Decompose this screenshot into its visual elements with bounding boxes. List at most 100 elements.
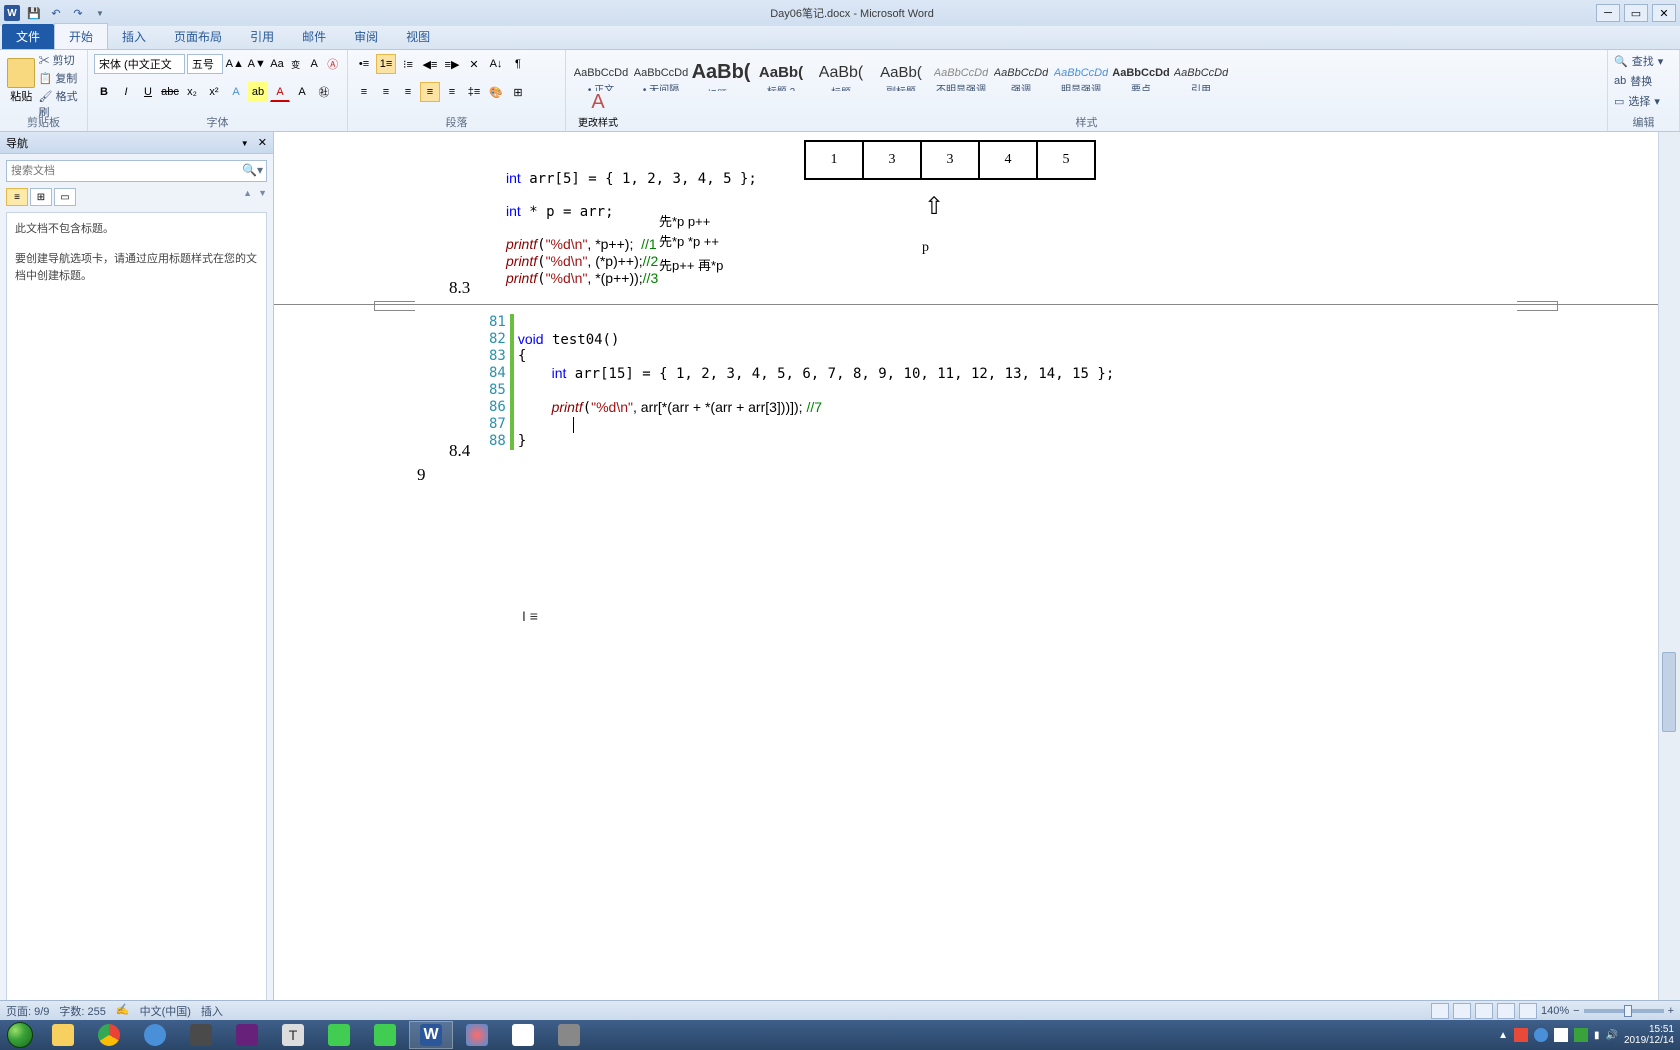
status-mode[interactable]: 插入 — [201, 1003, 223, 1019]
taskbar-paint[interactable] — [501, 1021, 545, 1049]
taskbar-word[interactable]: W — [409, 1021, 453, 1049]
show-marks-button[interactable]: ¶ — [508, 54, 528, 74]
document-area[interactable]: int arr[5] = { 1, 2, 3, 4, 5 }; int * p … — [274, 132, 1658, 1012]
nav-prev-icon[interactable]: ▲ — [243, 188, 252, 206]
zoom-in-button[interactable]: + — [1668, 1005, 1674, 1017]
tray-security-icon[interactable] — [1534, 1028, 1548, 1042]
font-color-button[interactable]: A — [270, 82, 290, 102]
taskbar-explorer[interactable] — [41, 1021, 85, 1049]
redo-icon[interactable]: ↷ — [70, 5, 86, 21]
nav-tab-results[interactable]: ▭ — [54, 188, 76, 206]
bullet-list-button[interactable]: •≡ — [354, 54, 374, 74]
style-title[interactable]: AaBb(标题 — [812, 54, 870, 91]
view-outline[interactable] — [1497, 1003, 1515, 1019]
copy-button[interactable]: 📋 复制 — [39, 70, 81, 86]
tab-insert[interactable]: 插入 — [108, 24, 160, 49]
nav-next-icon[interactable]: ▼ — [258, 188, 267, 206]
multilevel-list-button[interactable]: ⁝≡ — [398, 54, 418, 74]
tab-home[interactable]: 开始 — [54, 23, 108, 49]
align-center-button[interactable]: ≡ — [376, 82, 396, 102]
taskbar-app1[interactable] — [133, 1021, 177, 1049]
taskbar-chrome[interactable] — [87, 1021, 131, 1049]
status-proofing-icon[interactable]: ✍ — [116, 1003, 130, 1019]
line-spacing-button[interactable]: ‡≡ — [464, 82, 484, 102]
char-border-button[interactable]: A — [306, 54, 323, 74]
style-heading1[interactable]: AaBb(标题 1 — [692, 54, 750, 91]
char-shading-button[interactable]: A — [292, 82, 312, 102]
status-wordcount[interactable]: 字数: 255 — [59, 1003, 105, 1019]
tab-references[interactable]: 引用 — [236, 24, 288, 49]
nav-tab-pages[interactable]: ⊞ — [30, 188, 52, 206]
highlight-button[interactable]: ab — [248, 82, 268, 102]
status-page[interactable]: 页面: 9/9 — [6, 1003, 49, 1019]
taskbar-qt1[interactable] — [317, 1021, 361, 1049]
view-draft[interactable] — [1519, 1003, 1537, 1019]
style-heading2[interactable]: AaBb(标题 2 — [752, 54, 810, 91]
align-right-button[interactable]: ≡ — [398, 82, 418, 102]
taskbar-app3[interactable] — [455, 1021, 499, 1049]
zoom-slider[interactable] — [1584, 1009, 1664, 1013]
enclose-char-button[interactable]: ㊓ — [314, 82, 334, 102]
view-print-layout[interactable] — [1431, 1003, 1449, 1019]
save-icon[interactable]: 💾 — [26, 5, 42, 21]
search-icon[interactable]: 🔍▾ — [242, 163, 263, 177]
restore-button[interactable]: ▭ — [1624, 4, 1648, 22]
borders-button[interactable]: ⊞ — [508, 82, 528, 102]
shading-button[interactable]: 🎨 — [486, 82, 506, 102]
tab-file[interactable]: 文件 — [2, 24, 54, 49]
qat-dropdown-icon[interactable]: ▼ — [92, 5, 108, 21]
increase-indent-button[interactable]: ≡▶ — [442, 54, 462, 74]
style-emphasis[interactable]: AaBbCcDd强调 — [992, 54, 1050, 91]
minimize-button[interactable]: ─ — [1596, 4, 1620, 22]
tray-input-icon[interactable] — [1514, 1028, 1528, 1042]
tray-volume-icon[interactable]: 🔊 — [1605, 1030, 1617, 1041]
vertical-scrollbar[interactable] — [1658, 132, 1680, 1012]
select-button[interactable]: ▭ 选择 ▾ — [1614, 92, 1673, 110]
cut-button[interactable]: ✂ 剪切 — [39, 52, 81, 68]
font-size-combo[interactable]: 五号 — [187, 54, 223, 74]
strikethrough-button[interactable]: abc — [160, 82, 180, 102]
font-name-combo[interactable]: 宋体 (中文正文 — [94, 54, 185, 74]
justify-button[interactable]: ≡ — [420, 82, 440, 102]
style-subtle-emph[interactable]: AaBbCcDd不明显强调 — [932, 54, 990, 91]
close-button[interactable]: ✕ — [1652, 4, 1676, 22]
tab-mailings[interactable]: 邮件 — [288, 24, 340, 49]
nav-tab-headings[interactable]: ≡ — [6, 188, 28, 206]
style-intense-emph[interactable]: AaBbCcDd明显强调 — [1052, 54, 1110, 91]
undo-icon[interactable]: ↶ — [48, 5, 64, 21]
distribute-button[interactable]: ≡ — [442, 82, 462, 102]
style-nospacing[interactable]: AaBbCcDd• 无间隔 — [632, 54, 690, 91]
number-list-button[interactable]: 1≡ — [376, 54, 396, 74]
view-fullscreen[interactable] — [1453, 1003, 1471, 1019]
superscript-button[interactable]: x² — [204, 82, 224, 102]
scrollbar-thumb[interactable] — [1662, 652, 1676, 732]
search-input[interactable] — [6, 160, 267, 182]
bold-button[interactable]: B — [94, 82, 114, 102]
shrink-font-button[interactable]: A▼ — [247, 54, 267, 74]
phonetic-guide-button[interactable]: 变 — [287, 54, 304, 74]
tray-network-icon[interactable]: ▮ — [1594, 1030, 1600, 1041]
clear-format-button[interactable]: Ⓐ — [324, 54, 341, 74]
nav-dropdown-icon[interactable]: ▼ — [241, 139, 249, 148]
status-language[interactable]: 中文(中国) — [140, 1003, 191, 1019]
tab-view[interactable]: 视图 — [392, 24, 444, 49]
italic-button[interactable]: I — [116, 82, 136, 102]
replace-button[interactable]: ab 替换 — [1614, 72, 1673, 90]
grow-font-button[interactable]: A▲ — [225, 54, 245, 74]
style-quote[interactable]: AaBbCcDd引用 — [1172, 54, 1230, 91]
view-web[interactable] — [1475, 1003, 1493, 1019]
text-effects-button[interactable]: A — [226, 82, 246, 102]
tray-icon2[interactable] — [1574, 1028, 1588, 1042]
nav-close-icon[interactable]: ✕ — [258, 137, 267, 149]
underline-button[interactable]: U — [138, 82, 158, 102]
find-button[interactable]: 🔍 查找 ▾ — [1614, 52, 1673, 70]
align-left-button[interactable]: ≡ — [354, 82, 374, 102]
paste-button[interactable]: 粘贴 — [6, 52, 37, 110]
taskbar-app2[interactable]: T — [271, 1021, 315, 1049]
style-subtitle[interactable]: AaBb(副标题 — [872, 54, 930, 91]
tab-layout[interactable]: 页面布局 — [160, 24, 236, 49]
taskbar-sublime[interactable] — [179, 1021, 223, 1049]
subscript-button[interactable]: x₂ — [182, 82, 202, 102]
tab-review[interactable]: 审阅 — [340, 24, 392, 49]
change-case-button[interactable]: Aa — [269, 54, 286, 74]
